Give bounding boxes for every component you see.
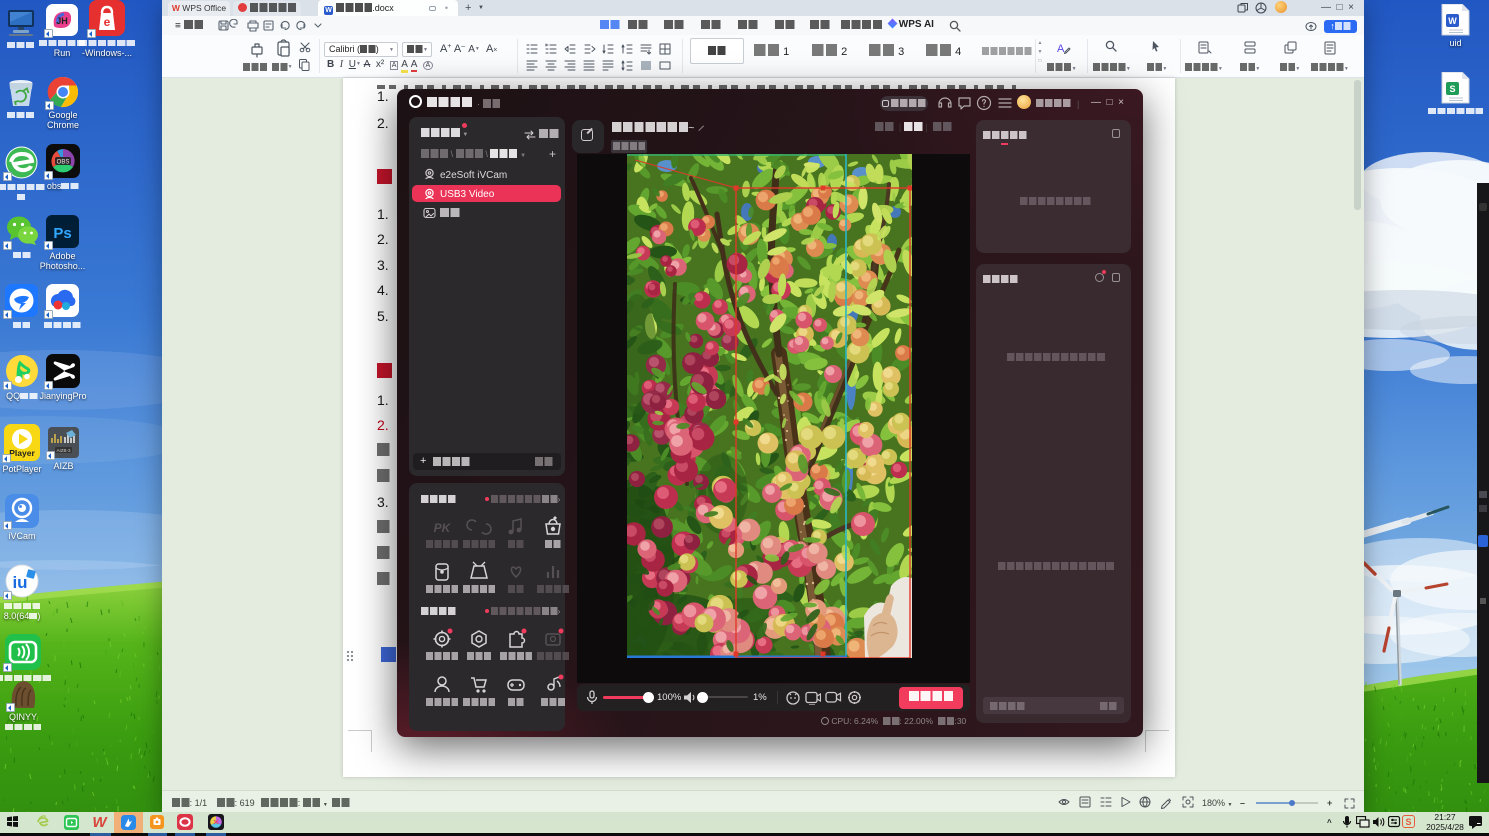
svg-text:OBS: OBS xyxy=(57,160,70,166)
svg-text:AIZB-3: AIZB-3 xyxy=(56,448,71,453)
svg-text:W: W xyxy=(1448,16,1457,26)
svg-text:PK: PK xyxy=(434,521,452,535)
svg-text:Ps: Ps xyxy=(53,225,71,242)
svg-text:S: S xyxy=(1449,84,1455,94)
svg-text:JH: JH xyxy=(56,16,68,26)
svg-text:Player: Player xyxy=(9,448,35,458)
svg-text:e: e xyxy=(104,15,111,29)
svg-text:iu: iu xyxy=(12,573,27,592)
svg-text:A: A xyxy=(1057,43,1065,55)
